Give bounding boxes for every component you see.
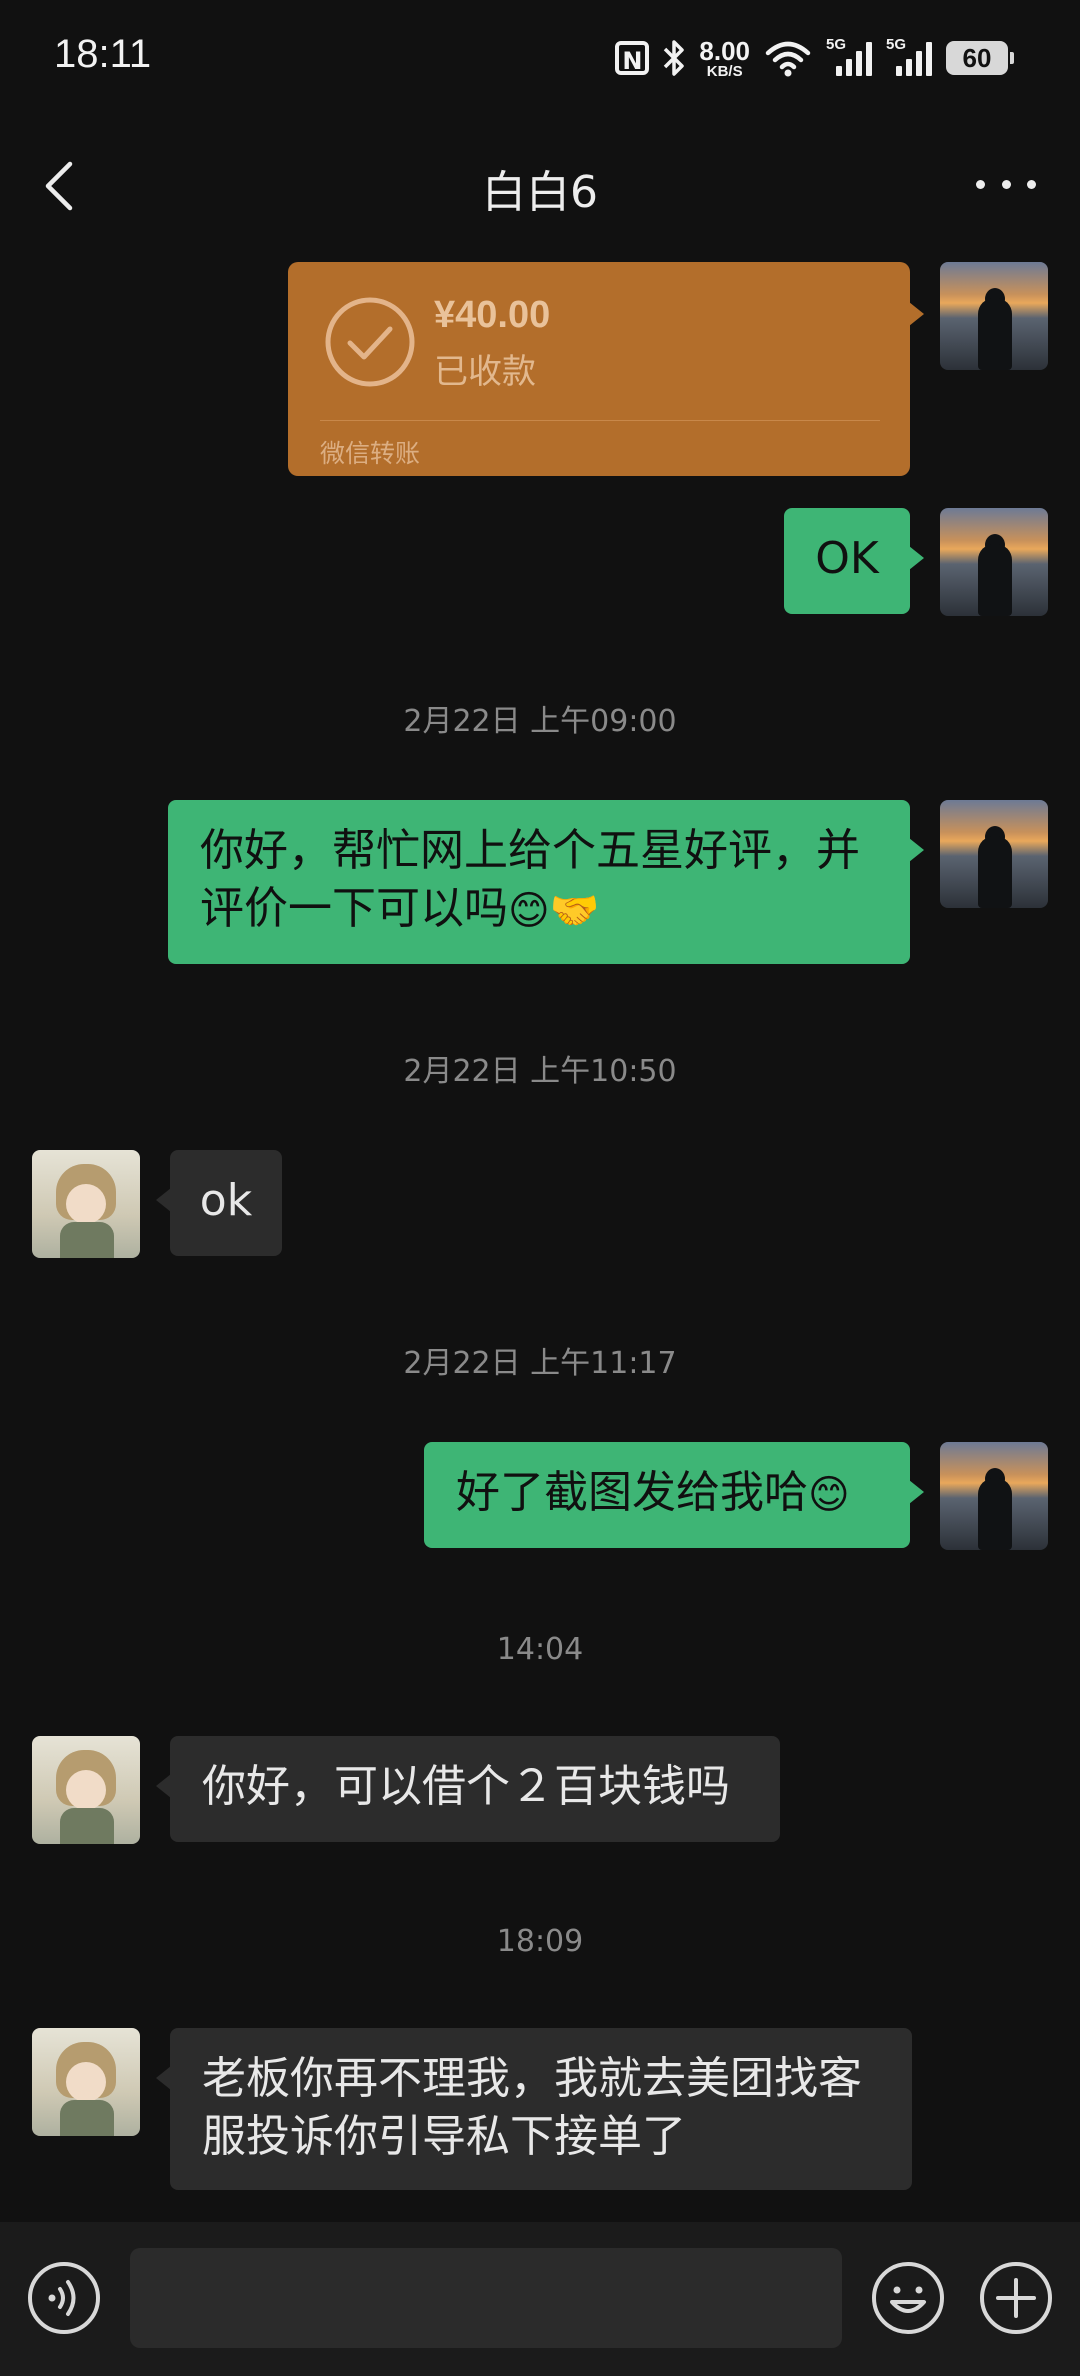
status-time: 18:11 <box>54 32 152 76</box>
speed-unit: KB/S <box>706 62 743 80</box>
network-speed: 8.00 KB/S <box>699 38 750 79</box>
timestamp: 18:09 <box>496 1924 584 1959</box>
transfer-amount: ¥40.00 <box>434 294 551 336</box>
nfc-icon: N <box>615 41 650 75</box>
message-text-line1: 老板你再不理我，我就去美团找客 <box>202 2053 862 2104</box>
sent-message[interactable]: 好了截图发给我哈😊 <box>424 1442 924 1548</box>
timestamp: 2月22日 上午11:17 <box>403 1346 677 1381</box>
wifi-icon <box>765 41 811 77</box>
contact-avatar[interactable] <box>32 1736 140 1844</box>
received-message[interactable]: 老板你再不理我，我就去美团找客 服投诉你引导私下接单了 <box>156 2028 912 2190</box>
input-bar <box>0 2222 1080 2376</box>
sent-message[interactable]: OK <box>784 508 924 614</box>
message-text: OK <box>815 533 879 584</box>
signal-sim2-icon: 5G <box>886 36 932 76</box>
speed-value: 8.00 <box>699 35 750 66</box>
my-avatar[interactable] <box>940 1442 1048 1550</box>
contact-avatar[interactable] <box>32 2028 140 2136</box>
message-text: 好了截图发给我哈 <box>456 1467 808 1518</box>
contact-avatar[interactable] <box>32 1150 140 1258</box>
timestamp: 2月22日 上午09:00 <box>403 704 677 739</box>
chat-title: 白白6 <box>482 167 598 218</box>
signal-sim1-icon: 5G <box>826 36 872 76</box>
message-text-line1: 你好，帮忙网上给个五星好评，并 <box>200 825 860 876</box>
message-text-line2: 服投诉你引导私下接单了 <box>202 2111 686 2162</box>
check-circle-icon <box>325 297 415 387</box>
voice-icon[interactable] <box>26 2260 102 2336</box>
emoji-smile-icon: 😊 <box>808 1472 850 1518</box>
my-avatar[interactable] <box>940 508 1048 616</box>
timestamp: 14:04 <box>496 1632 584 1667</box>
my-avatar[interactable] <box>940 262 1048 370</box>
timestamp: 2月22日 上午10:50 <box>403 1054 677 1089</box>
sent-message[interactable]: 你好，帮忙网上给个五星好评，并 评价一下可以吗😊🤝 <box>168 800 924 964</box>
emoji-smile-handshake-icon: 😊🤝 <box>508 888 600 934</box>
plus-icon[interactable] <box>978 2260 1054 2336</box>
divider <box>320 420 880 421</box>
more-icon[interactable] <box>976 174 1036 194</box>
bluetooth-icon <box>664 40 685 76</box>
message-text: ok <box>199 1175 253 1226</box>
message-input[interactable] <box>130 2248 842 2348</box>
transfer-status: 已收款 <box>434 352 536 392</box>
emoji-icon[interactable] <box>870 2260 946 2336</box>
battery-icon: 60 <box>946 41 1014 75</box>
chat-header: 白白6 <box>0 118 1080 252</box>
status-bar: 18:11 N 8.00 KB/S 5G 5G 60 <box>0 0 1080 118</box>
received-message[interactable]: 你好，可以借个２百块钱吗 <box>156 1736 780 1842</box>
received-message[interactable]: ok <box>156 1150 282 1256</box>
message-text-line2: 评价一下可以吗 <box>200 883 508 934</box>
transfer-label: 微信转账 <box>320 439 421 468</box>
transfer-card[interactable]: ¥40.00 已收款 微信转账 <box>288 262 924 476</box>
status-icons: N 8.00 KB/S 5G 5G 60 <box>615 34 1014 82</box>
message-text: 你好，可以借个２百块钱吗 <box>202 1761 730 1812</box>
my-avatar[interactable] <box>940 800 1048 908</box>
